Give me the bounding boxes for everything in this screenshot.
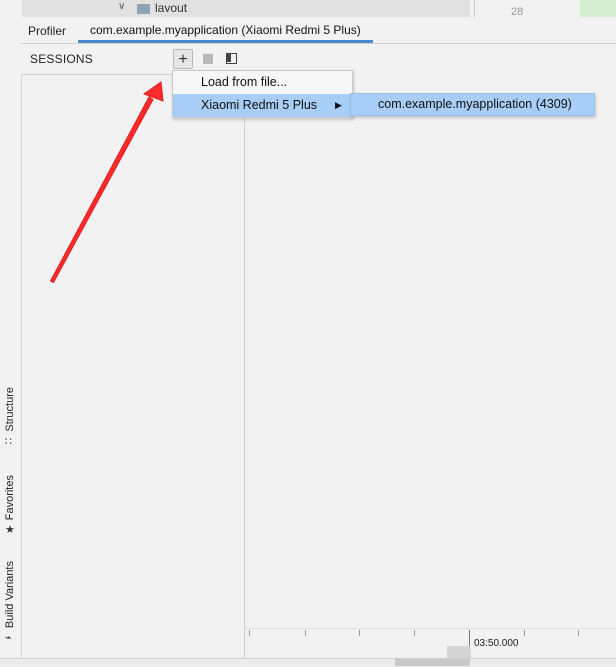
timeline-axis: 03:50.000 (245, 628, 616, 659)
bottom-toolbar-item[interactable] (395, 659, 470, 666)
tab-session[interactable]: com.example.myapplication (Xiaomi Redmi … (78, 18, 373, 43)
submenu-arrow-icon: ▶ (335, 100, 342, 110)
add-session-button[interactable]: + (173, 49, 193, 69)
tool-window-favorites[interactable]: Favorites ★ (1, 468, 21, 538)
build-variants-icon: ⌁ (5, 632, 12, 644)
star-icon: ★ (5, 524, 15, 536)
sessions-title: SESSIONS (30, 52, 93, 66)
editor-separator (474, 0, 475, 18)
timeline-tick (359, 630, 360, 636)
timeline-tick (578, 630, 579, 636)
submenu-item-process[interactable]: com.example.myapplication (4309) (378, 94, 572, 115)
tool-window-label: Build Variants (4, 560, 16, 628)
timeline-tick (524, 630, 525, 636)
project-tree-row[interactable] (22, 0, 470, 17)
device-process-submenu: com.example.myapplication (4309) (350, 93, 595, 116)
folder-icon (137, 4, 150, 14)
menu-item-load-from-file[interactable]: Load from file... (173, 71, 352, 94)
plus-icon: + (178, 51, 188, 68)
tool-window-build-variants[interactable]: Build Variants ⌁ (1, 554, 21, 646)
tool-window-structure[interactable]: Structure ∷ (1, 378, 21, 450)
structure-icon: ∷ (5, 436, 12, 448)
left-tool-strip: Structure ∷ Favorites ★ Build Variants ⌁ (0, 18, 22, 666)
timeline-tick (249, 630, 250, 636)
new-session-menu: Load from file... Xiaomi Redmi 5 Plus ▶ (172, 70, 353, 118)
stop-session-button[interactable] (203, 54, 213, 64)
editor-highlight (580, 0, 616, 17)
timeline-tick (414, 630, 415, 636)
tool-window-label: Structure (4, 387, 16, 432)
timeline-tick (305, 630, 306, 636)
timeline-time-label: 03:50.000 (474, 638, 519, 649)
annotation-arrowhead (142, 81, 164, 102)
collapse-sessions-button[interactable] (226, 53, 237, 64)
tool-window-label: Favorites (4, 474, 16, 520)
annotation-arrow-shaft (49, 96, 154, 284)
editor-line-number: 28 (511, 6, 524, 16)
tab-profiler-title: Profiler (28, 24, 67, 38)
chevron-down-icon[interactable]: ∨ (118, 1, 125, 12)
menu-item-device-label: Xiaomi Redmi 5 Plus (201, 98, 318, 112)
profiler-tab-bar: Profiler com.example.myapplication (Xiao… (21, 18, 616, 44)
panel-divider[interactable] (244, 74, 245, 666)
timeline-scroll-thumb[interactable] (447, 646, 471, 658)
menu-item-device[interactable]: Xiaomi Redmi 5 Plus ▶ (173, 94, 352, 117)
